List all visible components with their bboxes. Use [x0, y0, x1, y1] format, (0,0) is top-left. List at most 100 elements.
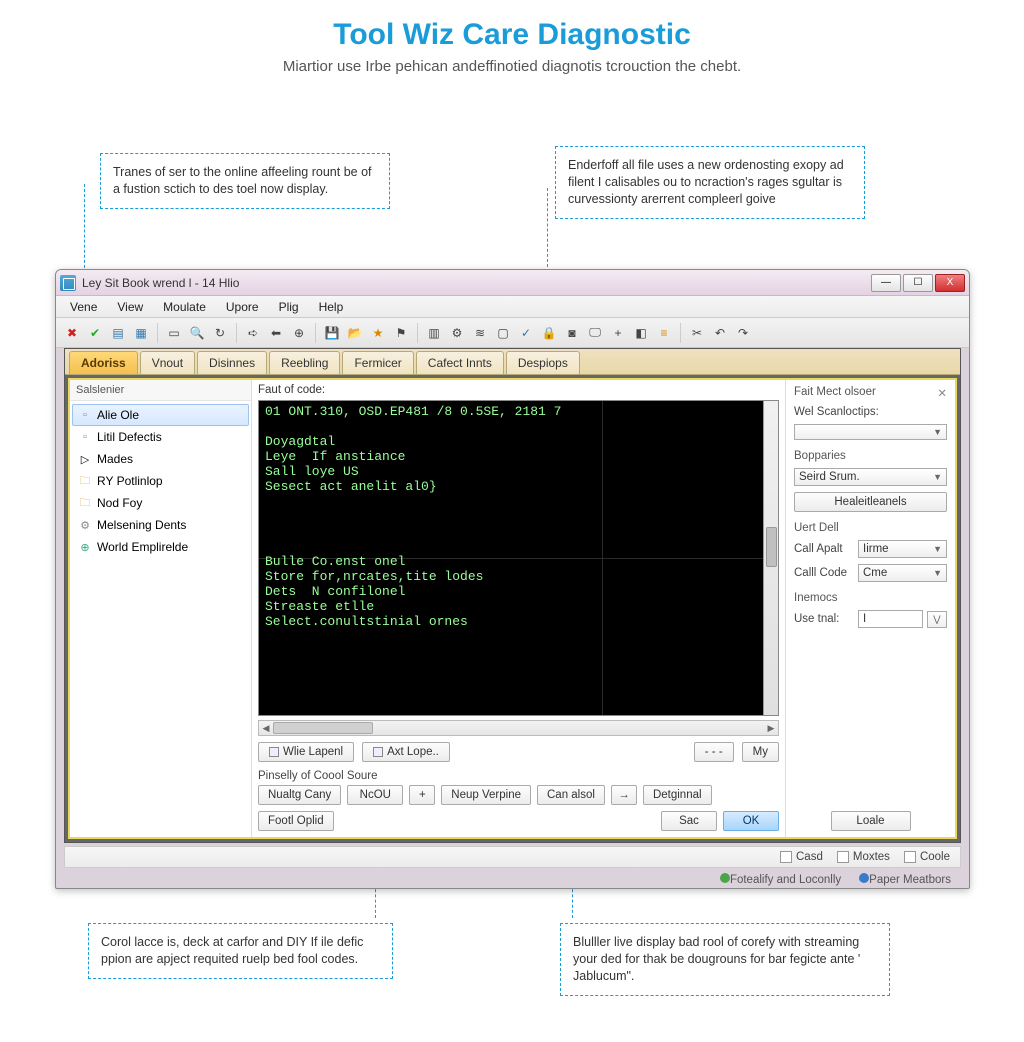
use-mal-step[interactable]: ⋁ [927, 611, 947, 628]
warn-icon[interactable]: ≡ [654, 323, 674, 343]
tab-adoriss[interactable]: Adoriss [69, 351, 138, 374]
menu-item[interactable]: Moulate [153, 298, 216, 316]
tab-disinnes[interactable]: Disinnes [197, 351, 267, 374]
console[interactable]: 01 ONT.310, OSD.EP481 /8 0.5SE, 2181 7 D… [258, 400, 779, 716]
inemocs-label: Inemocs [794, 592, 947, 604]
neup-button[interactable]: Neup Verpine [441, 785, 531, 805]
scan-dropdown[interactable]: ▼ [794, 424, 947, 440]
tree-item[interactable]: ▫Alie Ole [72, 404, 249, 426]
call-code-dropdown[interactable]: Cme▼ [858, 564, 947, 582]
status-item[interactable]: Coole [904, 851, 950, 863]
use-mal-input[interactable]: I [858, 610, 923, 628]
check-icon[interactable]: ✓ [516, 323, 536, 343]
can-button[interactable]: Can alsol [537, 785, 605, 805]
forward-icon[interactable]: ➪ [243, 323, 263, 343]
titlebar[interactable]: Ley Sit Book wrend l - 14 Hlio — ☐ X [56, 270, 969, 296]
menu-item[interactable]: Upore [216, 298, 269, 316]
tree-item[interactable]: ⚙Melsening Dents [72, 514, 249, 536]
open-icon[interactable]: 📂 [345, 323, 365, 343]
wlie-button[interactable]: Wlie Lapenl [258, 742, 354, 762]
tree-item[interactable]: 🗀Nod Foy [72, 492, 249, 514]
scroll-thumb[interactable] [273, 722, 373, 734]
back-icon[interactable]: ⬅ [266, 323, 286, 343]
status-item[interactable]: Moxtes [837, 851, 890, 863]
scroll-thumb[interactable] [766, 527, 777, 567]
close-button[interactable]: X [935, 274, 965, 292]
folder-icon: 🗀 [78, 474, 92, 488]
tree-item[interactable]: ▫Litil Defectis [72, 426, 249, 448]
tree-item[interactable]: ▷Mades [72, 448, 249, 470]
menu-item[interactable]: Help [309, 298, 354, 316]
menu-item[interactable]: View [107, 298, 153, 316]
cancel-icon[interactable]: ✖ [62, 323, 82, 343]
arrow-button[interactable]: → [611, 785, 637, 805]
square-icon [373, 747, 383, 757]
lock-icon[interactable]: 🔒 [539, 323, 559, 343]
redo-icon[interactable]: ↷ [733, 323, 753, 343]
tab-despiops[interactable]: Despiops [506, 351, 580, 374]
scroll-left-icon[interactable]: ◀ [259, 721, 273, 735]
menubar: Vene View Moulate Upore Plig Help [56, 296, 969, 318]
layers-icon[interactable]: ≋ [470, 323, 490, 343]
minimize-button[interactable]: — [871, 274, 901, 292]
grid-icon[interactable]: ▦ [131, 323, 151, 343]
ncou-button[interactable]: NcOU [347, 785, 403, 805]
monitor-icon[interactable]: ▢ [493, 323, 513, 343]
loale-button[interactable]: Loale [831, 811, 911, 831]
new-icon[interactable]: ▭ [164, 323, 184, 343]
plus-button[interactable]: + [409, 785, 435, 805]
page-title: Tool Wiz Care Diagnostic [0, 18, 1024, 52]
foot-button[interactable]: Footl Oplid [258, 811, 334, 831]
callout-bottom-left: Corol lacce is, deck at carfor and DIY I… [88, 923, 393, 979]
tree-item[interactable]: 🗀RY Potlinlop [72, 470, 249, 492]
detg-button[interactable]: Detginnal [643, 785, 712, 805]
flag-icon[interactable]: ⚑ [391, 323, 411, 343]
chart-icon[interactable]: ▥ [424, 323, 444, 343]
maximize-button[interactable]: ☐ [903, 274, 933, 292]
save-icon[interactable]: 💾 [322, 323, 342, 343]
cut-icon[interactable]: ✂ [687, 323, 707, 343]
node-icon[interactable]: ◧ [631, 323, 651, 343]
vertical-scrollbar[interactable] [763, 401, 779, 715]
call-apalt-dropdown[interactable]: Iirme▼ [858, 540, 947, 558]
horizontal-scrollbar[interactable]: ◀ ▶ [258, 720, 779, 736]
workspace-frame: Adoriss Vnout Disinnes Reebling Fermicer… [64, 348, 961, 843]
screen-icon[interactable]: 🖵 [585, 323, 605, 343]
my-button[interactable]: My [742, 742, 779, 762]
gear-icon[interactable]: ⚙ [447, 323, 467, 343]
add-icon[interactable]: ⊕ [289, 323, 309, 343]
doc-icon[interactable]: ▤ [108, 323, 128, 343]
plus-icon[interactable]: + [608, 323, 628, 343]
tree-item[interactable]: ⊕World Emplirelde [72, 536, 249, 558]
tab-reebling[interactable]: Reebling [269, 351, 340, 374]
status-item: Fotealify and Loconlly [720, 873, 841, 886]
tab-cafect[interactable]: Cafect Innts [416, 351, 504, 374]
star-icon[interactable]: ★ [368, 323, 388, 343]
separator [417, 323, 418, 343]
camera-icon[interactable]: ◙ [562, 323, 582, 343]
dots-button[interactable]: - - - [694, 742, 734, 762]
close-icon[interactable]: ✕ [937, 386, 947, 400]
healei-button[interactable]: Healeitleanels [794, 492, 947, 512]
menu-item[interactable]: Vene [60, 298, 107, 316]
undo-icon[interactable]: ↶ [710, 323, 730, 343]
scroll-right-icon[interactable]: ▶ [764, 721, 778, 735]
search-icon[interactable]: 🔍 [187, 323, 207, 343]
seird-dropdown[interactable]: Seird Srum.▼ [794, 468, 947, 486]
tree-label: Litil Defectis [97, 430, 162, 444]
ok-button[interactable]: OK [723, 811, 779, 831]
axt-button[interactable]: Axt Lope.. [362, 742, 450, 762]
tab-fermicer[interactable]: Fermicer [342, 351, 413, 374]
arrow-icon: ▷ [78, 452, 92, 466]
status-item[interactable]: Casd [780, 851, 823, 863]
nualty-button[interactable]: Nualtg Cany [258, 785, 341, 805]
refresh-icon[interactable]: ↻ [210, 323, 230, 343]
callout-top-left: Tranes of ser to the online affeeling ro… [100, 153, 390, 209]
ok-icon[interactable]: ✔ [85, 323, 105, 343]
tab-vnout[interactable]: Vnout [140, 351, 195, 374]
page-subtitle: Miartior use Irbe pehican andeffinotied … [0, 58, 1024, 75]
tree-label: Alie Ole [97, 408, 139, 422]
separator [680, 323, 681, 343]
menu-item[interactable]: Plig [269, 298, 309, 316]
sac-button[interactable]: Sac [661, 811, 717, 831]
